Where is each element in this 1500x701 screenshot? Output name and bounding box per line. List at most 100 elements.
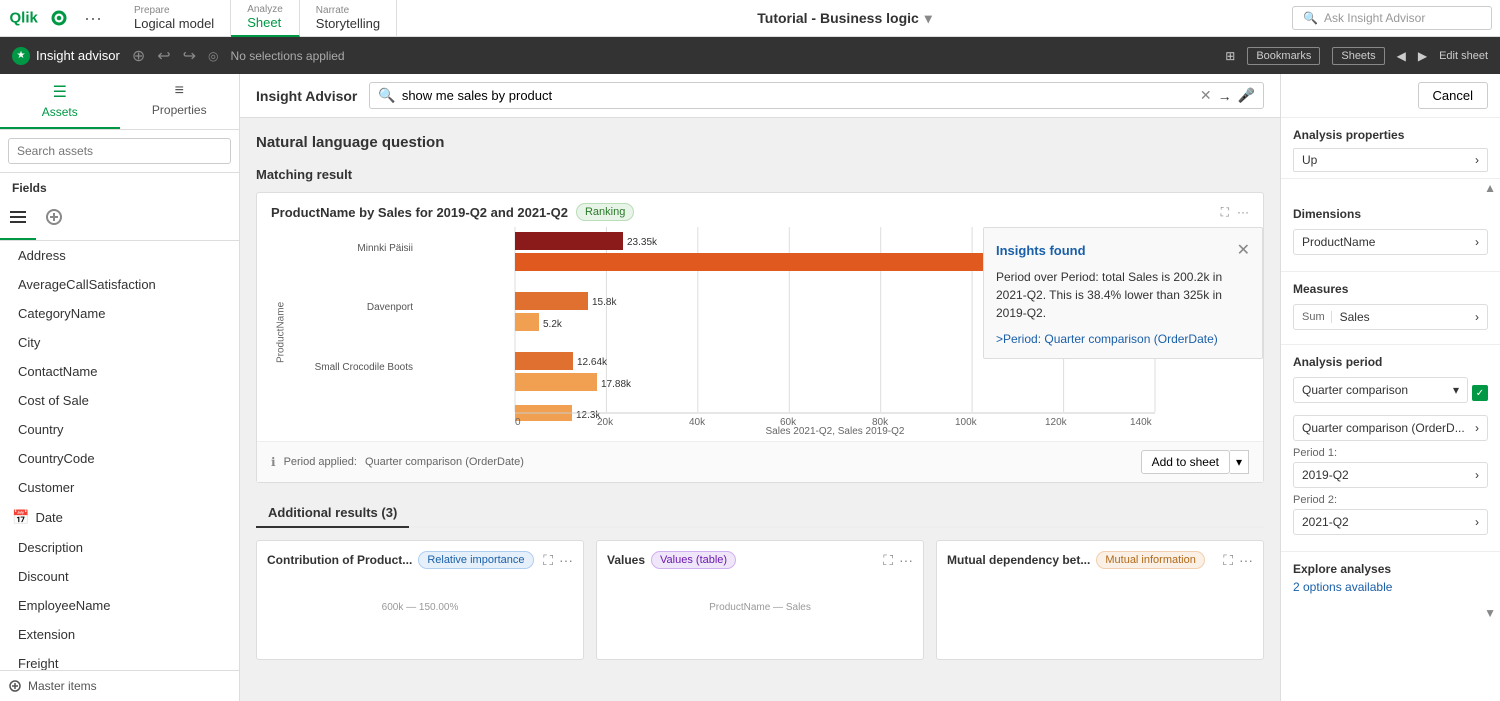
ia-header: Insight Advisor 🔍 ✕ → 🎤 [240, 74, 1280, 118]
field-item-employeename[interactable]: EmployeeName [0, 591, 239, 620]
field-name: City [18, 335, 40, 350]
edit-sheet-button[interactable]: Edit sheet [1439, 50, 1488, 62]
mini-more-1-icon[interactable]: ··· [559, 552, 573, 569]
add-to-sheet-button[interactable]: Add to sheet [1141, 450, 1230, 474]
field-item-cost-of-sale[interactable]: Cost of Sale [0, 386, 239, 415]
period2-selector[interactable]: 2021-Q2 › [1293, 509, 1488, 535]
quarter-comparison-dropdown[interactable]: Quarter comparison ▾ [1293, 377, 1468, 403]
left-sidebar: ☰ Assets ≡ Properties Fields AddressAver [0, 74, 240, 701]
field-item-address[interactable]: Address [0, 241, 239, 270]
target-icon[interactable]: ⊕ [132, 46, 145, 66]
expand-icon[interactable]: ⛶ [1221, 205, 1229, 220]
field-name: EmployeeName [18, 598, 111, 613]
chart-title: ProductName by Sales for 2019-Q2 and 202… [271, 205, 568, 220]
ia-search-bar[interactable]: 🔍 ✕ → 🎤 [369, 82, 1264, 109]
master-items-bottom[interactable]: Master items [0, 670, 239, 701]
assets-icon: ☰ [53, 82, 67, 102]
additional-results-tabs: Additional results (3) [256, 499, 1264, 528]
ia-mic-icon[interactable]: 🎤 [1238, 87, 1255, 104]
insights-period-link[interactable]: >Period: Quarter comparison (OrderDate) [996, 332, 1250, 346]
dimension-arrow-icon: › [1475, 235, 1479, 249]
field-item-customer[interactable]: Customer [0, 473, 239, 502]
mini-expand-3-icon[interactable]: ⛶ [1223, 552, 1233, 569]
undo-icon[interactable]: ↩ [157, 46, 170, 66]
field-name: Cost of Sale [18, 393, 89, 408]
additional-results-tab[interactable]: Additional results (3) [256, 499, 409, 528]
more-chart-icon[interactable]: ··· [1237, 205, 1249, 220]
explore-count-link[interactable]: 2 options available [1293, 580, 1488, 594]
ia-search-icon: 🔍 [378, 87, 395, 104]
field-item-countrycode[interactable]: CountryCode [0, 444, 239, 473]
period-checkbox[interactable]: ✓ [1472, 385, 1488, 401]
svg-text:100k: 100k [955, 417, 978, 427]
insight-advisor-bar: ★ Insight advisor ⊕ ↩ ↪ ◎ No selections … [0, 37, 1500, 74]
analyze-nav[interactable]: Analyze Sheet [231, 0, 300, 37]
redo-icon[interactable]: ↪ [183, 46, 196, 66]
app-title-chevron[interactable]: ▾ [925, 10, 932, 27]
field-name: Freight [18, 656, 58, 670]
explore-title: Explore analyses [1293, 562, 1488, 576]
scroll-down-icon[interactable]: ▼ [1484, 606, 1496, 620]
mini-expand-2-icon[interactable]: ⛶ [883, 552, 893, 569]
field-item-averagecallsatisfaction[interactable]: AverageCallSatisfaction [0, 270, 239, 299]
no-selections-icon[interactable]: ◎ [208, 49, 218, 63]
mini-more-2-icon[interactable]: ··· [899, 552, 913, 569]
field-item-freight[interactable]: Freight [0, 649, 239, 670]
field-name: Description [18, 540, 83, 555]
quarter-comparison-orderdate[interactable]: Quarter comparison (OrderD... › [1293, 415, 1488, 441]
ia-search-input[interactable] [402, 88, 1194, 103]
chart-actions[interactable]: ⛶ ··· [1221, 205, 1249, 220]
field-item-contactname[interactable]: ContactName [0, 357, 239, 386]
mini-chart-1-title: Contribution of Product... [267, 553, 412, 567]
mini-more-3-icon[interactable]: ··· [1239, 552, 1253, 569]
fields-panel-icon[interactable] [0, 199, 36, 240]
period1-label: Period 1: [1293, 447, 1488, 459]
field-name: Country [18, 422, 64, 437]
field-icon: 📅 [12, 509, 29, 526]
prepare-nav[interactable]: Prepare Logical model [118, 0, 231, 37]
master-items-panel-icon[interactable] [36, 199, 72, 240]
field-item-categoryname[interactable]: CategoryName [0, 299, 239, 328]
ia-search-submit-icon[interactable]: → [1218, 88, 1232, 104]
ia-search-clear-icon[interactable]: ✕ [1200, 87, 1212, 104]
period2-arrow-icon: › [1475, 515, 1479, 529]
field-item-date[interactable]: 📅Date [0, 502, 239, 533]
field-item-description[interactable]: Description [0, 533, 239, 562]
productname-dimension[interactable]: ProductName › [1293, 229, 1488, 255]
analysis-props-header: Analysis properties Up › [1281, 118, 1500, 179]
svg-text:20k: 20k [597, 417, 614, 427]
analysis-period-section: Analysis period Quarter comparison ▾ ✓ Q… [1281, 345, 1500, 552]
add-to-sheet-dropdown[interactable]: ▾ [1230, 450, 1249, 474]
quarter-comparison-label: Quarter comparison [1302, 383, 1408, 397]
mini-chart-3-actions[interactable]: ⛶ ··· [1223, 552, 1253, 569]
bookmarks-button[interactable]: Bookmarks [1247, 47, 1320, 65]
insights-close-icon[interactable]: ✕ [1237, 240, 1250, 260]
mini-chart-2-actions[interactable]: ⛶ ··· [883, 552, 913, 569]
tab-assets[interactable]: ☰ Assets [0, 74, 120, 129]
field-item-country[interactable]: Country [0, 415, 239, 444]
right-panel: Cancel Analysis properties Up › ▲ Dimens… [1280, 74, 1500, 701]
field-item-city[interactable]: City [0, 328, 239, 357]
ask-insight-search[interactable]: 🔍 Ask Insight Advisor [1292, 6, 1492, 30]
more-options-icon[interactable]: ··· [84, 8, 102, 29]
sheets-button[interactable]: Sheets [1332, 47, 1384, 65]
mini-expand-1-icon[interactable]: ⛶ [543, 552, 553, 569]
narrate-nav[interactable]: Narrate Storytelling [300, 0, 397, 37]
qlik-logo[interactable]: Qlik [8, 6, 68, 30]
grid-icon[interactable]: ⊞ [1225, 49, 1235, 63]
next-sheet-icon[interactable]: ▶ [1418, 49, 1427, 63]
search-assets-input[interactable] [8, 138, 231, 164]
sales-measure[interactable]: Sum Sales › [1293, 304, 1488, 330]
period1-selector[interactable]: 2019-Q2 › [1293, 462, 1488, 488]
insight-icon: ★ [12, 47, 30, 65]
period-info-icon: ℹ [271, 455, 276, 469]
cancel-button[interactable]: Cancel [1418, 82, 1488, 109]
field-item-discount[interactable]: Discount [0, 562, 239, 591]
additional-results-section: Additional results (3) Contribution of P… [256, 499, 1264, 660]
tab-properties[interactable]: ≡ Properties [120, 74, 240, 129]
mini-chart-1-actions[interactable]: ⛶ ··· [543, 552, 573, 569]
prev-sheet-icon[interactable]: ◀ [1397, 49, 1406, 63]
scroll-up-icon[interactable]: ▲ [1484, 181, 1496, 195]
field-item-extension[interactable]: Extension [0, 620, 239, 649]
up-selector[interactable]: Up › [1293, 148, 1488, 172]
